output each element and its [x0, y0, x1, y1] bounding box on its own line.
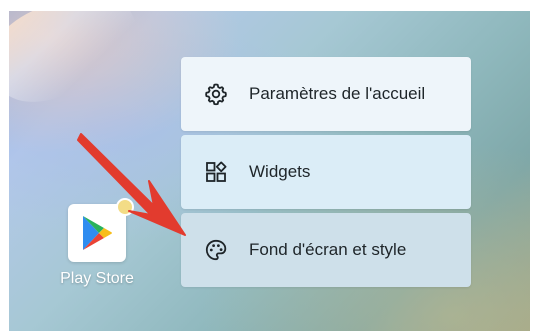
home-screen[interactable]: Paramètres de l'accueil Widgets Fond d'é…: [9, 11, 530, 331]
annotation-arrow: [77, 133, 186, 236]
